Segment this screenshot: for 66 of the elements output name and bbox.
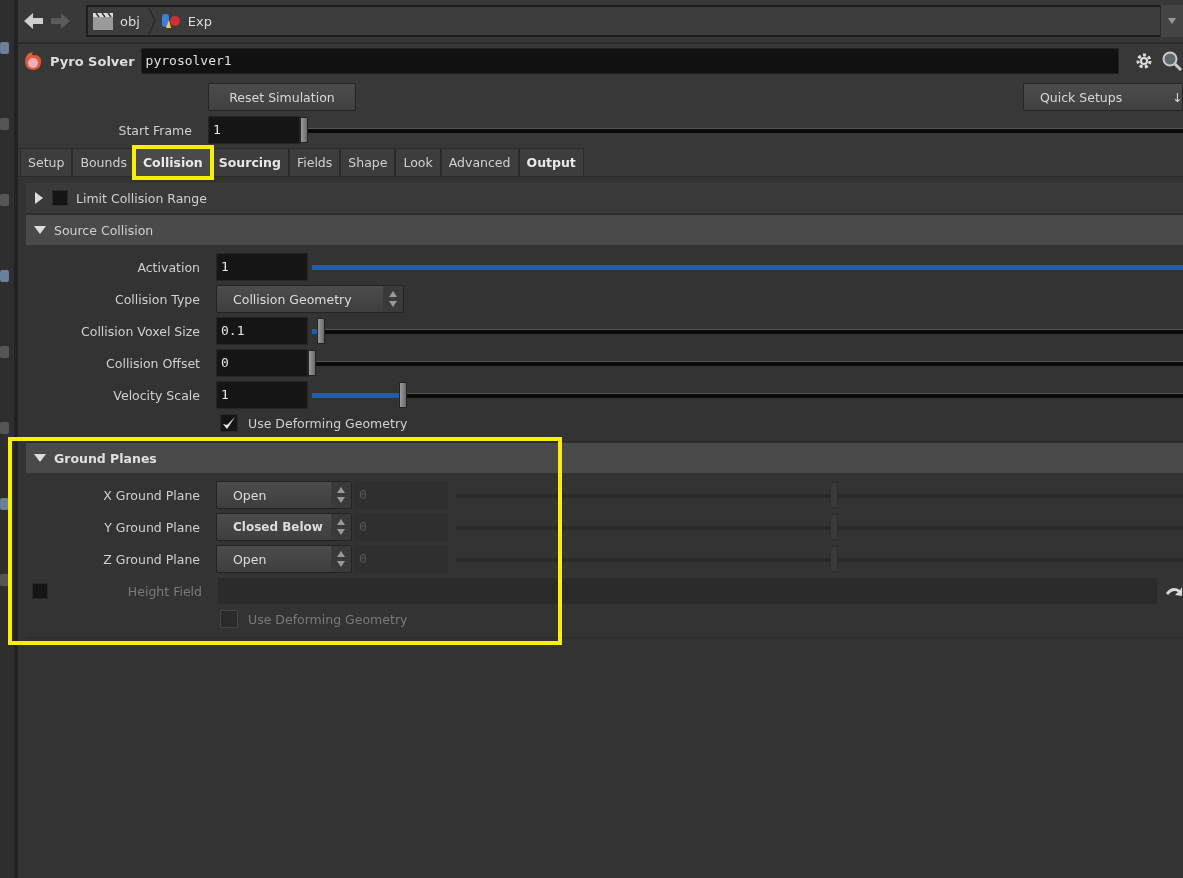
- folder-header[interactable]: Ground Planes: [26, 443, 1183, 473]
- checkbox-label: Use Deforming Geometry: [248, 415, 408, 431]
- parameter-label: Z Ground Plane: [102, 551, 201, 567]
- checkbox[interactable]: [220, 414, 238, 432]
- spinner-arrows-icon: [388, 291, 398, 307]
- parameter-label: Y Ground Plane: [103, 519, 201, 535]
- tab[interactable]: Fields: [288, 148, 341, 176]
- parameter-label: X Ground Plane: [102, 487, 201, 503]
- slider[interactable]: [456, 546, 1183, 572]
- checkbox-label: Use Deforming Geometry: [248, 611, 408, 627]
- fire-icon[interactable]: [22, 50, 44, 72]
- tab[interactable]: Advanced: [440, 148, 519, 176]
- quick-setups-button[interactable]: Quick Setups ↓: [1023, 83, 1183, 111]
- slider[interactable]: [312, 382, 1183, 408]
- collapse-arrow-icon[interactable]: [34, 453, 46, 463]
- parameter-label: Height Field: [126, 583, 203, 599]
- parameter-label: Collision Type: [113, 291, 201, 307]
- folder-title: Limit Collision Range: [76, 190, 207, 206]
- dropdown-button[interactable]: [1160, 5, 1183, 37]
- reset-simulation-button[interactable]: Reset Simulation: [208, 83, 356, 111]
- tab[interactable]: Bounds: [72, 148, 135, 176]
- folder-title: Source Collision: [54, 222, 154, 238]
- slider-handle[interactable]: [308, 350, 316, 376]
- dropdown-menu[interactable]: Collision Geometry: [216, 285, 404, 313]
- node-type: Pyro Solver: [50, 53, 135, 69]
- parameter-label: Collision Offset: [105, 355, 201, 371]
- number-field[interactable]: 0.1: [216, 317, 308, 345]
- tab[interactable]: Setup: [20, 148, 73, 176]
- number-field[interactable]: 0: [216, 349, 308, 377]
- slider-handle[interactable]: [316, 318, 325, 344]
- spinner-arrows-icon: [336, 487, 346, 503]
- path-segment[interactable]: obj: [120, 13, 140, 29]
- number-field[interactable]: 1: [216, 381, 308, 409]
- slider[interactable]: [312, 318, 1183, 344]
- path-field[interactable]: [218, 578, 1157, 604]
- parameter-label: Velocity Scale: [112, 387, 201, 403]
- parameter-label: Start Frame: [117, 122, 193, 138]
- folder-header[interactable]: Source Collision: [26, 215, 1183, 245]
- parameter-label: Activation: [136, 259, 201, 275]
- node-name-field[interactable]: pyrosolver1: [140, 48, 1119, 74]
- tool-icon[interactable]: [0, 496, 10, 512]
- tab[interactable]: Output: [518, 148, 584, 176]
- folder-header[interactable]: Limit Collision Range: [26, 183, 1183, 213]
- checkbox[interactable]: [52, 190, 68, 206]
- collapse-arrow-icon[interactable]: [34, 225, 46, 235]
- expand-arrow-icon[interactable]: [34, 192, 44, 204]
- separator-icon: [147, 8, 156, 34]
- shapes-icon: [159, 11, 182, 31]
- search-icon[interactable]: [1161, 50, 1183, 72]
- tab[interactable]: Shape: [340, 148, 396, 176]
- number-field[interactable]: 1: [216, 253, 308, 281]
- spinner-arrows-icon: [336, 519, 346, 535]
- back-icon[interactable]: [22, 10, 46, 32]
- slider-handle[interactable]: [399, 382, 408, 408]
- parameter-label: Collision Voxel Size: [80, 323, 201, 339]
- clapperboard-icon: [92, 11, 114, 31]
- caret-icon: [1167, 17, 1177, 25]
- tab[interactable]: Look: [395, 148, 441, 176]
- slider[interactable]: [456, 514, 1183, 540]
- tool-icon[interactable]: [0, 572, 10, 588]
- slider-handle[interactable]: [300, 117, 308, 143]
- spinner-arrows-icon: [336, 551, 346, 567]
- number-field[interactable]: 1: [208, 116, 300, 144]
- path-segment[interactable]: Exp: [187, 13, 212, 29]
- folder-title: Ground Planes: [54, 450, 157, 466]
- slider[interactable]: [456, 482, 1183, 508]
